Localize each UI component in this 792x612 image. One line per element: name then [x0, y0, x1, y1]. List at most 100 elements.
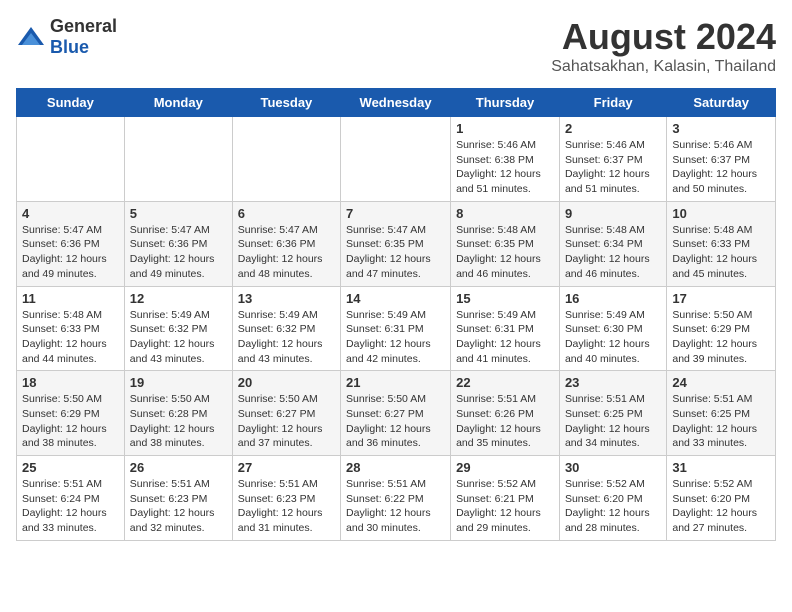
day-number: 29: [456, 460, 554, 475]
weekday-header-thursday: Thursday: [451, 89, 560, 117]
day-number: 3: [672, 121, 770, 136]
day-info: Sunrise: 5:47 AMSunset: 6:35 PMDaylight:…: [346, 223, 445, 282]
day-number: 11: [22, 291, 119, 306]
calendar-cell: 28Sunrise: 5:51 AMSunset: 6:22 PMDayligh…: [341, 456, 451, 541]
day-info: Sunrise: 5:50 AMSunset: 6:29 PMDaylight:…: [672, 308, 770, 367]
calendar-cell: 23 Sunrise: 5:51 AMSunset: 6:25 PMDayligh…: [559, 371, 666, 456]
day-info: Sunrise: 5:48 AMSunset: 6:33 PMDaylight:…: [672, 223, 770, 282]
day-number: 26: [130, 460, 227, 475]
day-number: 22: [456, 375, 554, 390]
weekday-header-friday: Friday: [559, 89, 666, 117]
header: General Blue August 2024 Sahatsakhan, Ka…: [16, 16, 776, 76]
day-info: Sunrise: 5:51 AMSunset: 6:25 PMDaylight:…: [672, 392, 770, 451]
day-number: 31: [672, 460, 770, 475]
day-number: 13: [238, 291, 335, 306]
calendar-cell: 25Sunrise: 5:51 AMSunset: 6:24 PMDayligh…: [17, 456, 125, 541]
day-info: Sunrise: 5:48 AMSunset: 6:35 PMDaylight:…: [456, 223, 554, 282]
day-number: 12: [130, 291, 227, 306]
weekday-header-row: SundayMondayTuesdayWednesdayThursdayFrid…: [17, 89, 776, 117]
logo-blue: Blue: [50, 37, 89, 57]
day-info: Sunrise: 5:52 AMSunset: 6:20 PMDaylight:…: [672, 477, 770, 536]
calendar-cell: [124, 117, 232, 202]
day-info: Sunrise: 5:49 AMSunset: 6:31 PMDaylight:…: [346, 308, 445, 367]
day-number: 27: [238, 460, 335, 475]
day-number: 10: [672, 206, 770, 221]
day-info: Sunrise: 5:50 AMSunset: 6:27 PMDaylight:…: [238, 392, 335, 451]
calendar-cell: 24Sunrise: 5:51 AMSunset: 6:25 PMDayligh…: [667, 371, 776, 456]
calendar-cell: 18Sunrise: 5:50 AMSunset: 6:29 PMDayligh…: [17, 371, 125, 456]
calendar-cell: 10 Sunrise: 5:48 AMSunset: 6:33 PMDayligh…: [667, 201, 776, 286]
calendar-cell: 6 Sunrise: 5:47 AMSunset: 6:36 PMDaylight…: [232, 201, 340, 286]
calendar-cell: 13 Sunrise: 5:49 AMSunset: 6:32 PMDayligh…: [232, 286, 340, 371]
day-info: Sunrise: 5:49 AMSunset: 6:31 PMDaylight:…: [456, 308, 554, 367]
calendar-week-2: 4Sunrise: 5:47 AMSunset: 6:36 PMDaylight…: [17, 201, 776, 286]
day-info: Sunrise: 5:47 AMSunset: 6:36 PMDaylight:…: [130, 223, 227, 282]
day-number: 14: [346, 291, 445, 306]
calendar-cell: 8Sunrise: 5:48 AMSunset: 6:35 PMDaylight…: [451, 201, 560, 286]
day-number: 20: [238, 375, 335, 390]
day-number: 25: [22, 460, 119, 475]
day-info: Sunrise: 5:51 AMSunset: 6:25 PMDaylight:…: [565, 392, 661, 451]
day-number: 1: [456, 121, 554, 136]
calendar-cell: 3 Sunrise: 5:46 AMSunset: 6:37 PMDaylight…: [667, 117, 776, 202]
calendar-cell: 29 Sunrise: 5:52 AMSunset: 6:21 PMDayligh…: [451, 456, 560, 541]
calendar-title: August 2024: [551, 16, 776, 58]
calendar-cell: 9Sunrise: 5:48 AMSunset: 6:34 PMDaylight…: [559, 201, 666, 286]
calendar-cell: 26 Sunrise: 5:51 AMSunset: 6:23 PMDayligh…: [124, 456, 232, 541]
calendar-cell: 27 Sunrise: 5:51 AMSunset: 6:23 PMDayligh…: [232, 456, 340, 541]
title-area: August 2024 Sahatsakhan, Kalasin, Thaila…: [551, 16, 776, 76]
day-info: Sunrise: 5:49 AMSunset: 6:32 PMDaylight:…: [238, 308, 335, 367]
calendar-cell: 21 Sunrise: 5:50 AMSunset: 6:27 PMDayligh…: [341, 371, 451, 456]
calendar-cell: 30 Sunrise: 5:52 AMSunset: 6:20 PMDayligh…: [559, 456, 666, 541]
day-info: Sunrise: 5:51 AMSunset: 6:23 PMDaylight:…: [130, 477, 227, 536]
day-number: 21: [346, 375, 445, 390]
calendar-week-3: 11Sunrise: 5:48 AMSunset: 6:33 PMDayligh…: [17, 286, 776, 371]
day-number: 18: [22, 375, 119, 390]
day-number: 30: [565, 460, 661, 475]
day-number: 6: [238, 206, 335, 221]
weekday-header-wednesday: Wednesday: [341, 89, 451, 117]
calendar-cell: 14 Sunrise: 5:49 AMSunset: 6:31 PMDayligh…: [341, 286, 451, 371]
day-number: 7: [346, 206, 445, 221]
logo-icon: [16, 25, 46, 49]
calendar-cell: 16Sunrise: 5:49 AMSunset: 6:30 PMDayligh…: [559, 286, 666, 371]
day-number: 23: [565, 375, 661, 390]
day-info: Sunrise: 5:46 AMSunset: 6:38 PMDaylight:…: [456, 138, 554, 197]
calendar-week-5: 25Sunrise: 5:51 AMSunset: 6:24 PMDayligh…: [17, 456, 776, 541]
day-info: Sunrise: 5:46 AMSunset: 6:37 PMDaylight:…: [672, 138, 770, 197]
calendar-cell: 12 Sunrise: 5:49 AMSunset: 6:32 PMDayligh…: [124, 286, 232, 371]
logo-general: General: [50, 16, 117, 36]
logo-text: General Blue: [50, 16, 117, 58]
logo: General Blue: [16, 16, 117, 58]
calendar-cell: 22Sunrise: 5:51 AMSunset: 6:26 PMDayligh…: [451, 371, 560, 456]
day-info: Sunrise: 5:50 AMSunset: 6:28 PMDaylight:…: [130, 392, 227, 451]
day-info: Sunrise: 5:50 AMSunset: 6:27 PMDaylight:…: [346, 392, 445, 451]
calendar-cell: 19 Sunrise: 5:50 AMSunset: 6:28 PMDayligh…: [124, 371, 232, 456]
calendar-cell: 1 Sunrise: 5:46 AMSunset: 6:38 PMDaylight…: [451, 117, 560, 202]
calendar-cell: [232, 117, 340, 202]
weekday-header-monday: Monday: [124, 89, 232, 117]
day-number: 2: [565, 121, 661, 136]
calendar-week-1: 1 Sunrise: 5:46 AMSunset: 6:38 PMDaylight…: [17, 117, 776, 202]
day-info: Sunrise: 5:49 AMSunset: 6:32 PMDaylight:…: [130, 308, 227, 367]
day-number: 15: [456, 291, 554, 306]
calendar-cell: 2Sunrise: 5:46 AMSunset: 6:37 PMDaylight…: [559, 117, 666, 202]
calendar-cell: 20 Sunrise: 5:50 AMSunset: 6:27 PMDayligh…: [232, 371, 340, 456]
day-info: Sunrise: 5:52 AMSunset: 6:21 PMDaylight:…: [456, 477, 554, 536]
day-number: 9: [565, 206, 661, 221]
calendar-cell: [341, 117, 451, 202]
calendar-cell: [17, 117, 125, 202]
calendar-subtitle: Sahatsakhan, Kalasin, Thailand: [551, 58, 776, 76]
day-info: Sunrise: 5:49 AMSunset: 6:30 PMDaylight:…: [565, 308, 661, 367]
weekday-header-saturday: Saturday: [667, 89, 776, 117]
day-info: Sunrise: 5:51 AMSunset: 6:22 PMDaylight:…: [346, 477, 445, 536]
calendar-week-4: 18Sunrise: 5:50 AMSunset: 6:29 PMDayligh…: [17, 371, 776, 456]
day-info: Sunrise: 5:51 AMSunset: 6:23 PMDaylight:…: [238, 477, 335, 536]
day-number: 19: [130, 375, 227, 390]
day-number: 5: [130, 206, 227, 221]
day-info: Sunrise: 5:47 AMSunset: 6:36 PMDaylight:…: [238, 223, 335, 282]
calendar-cell: 5 Sunrise: 5:47 AMSunset: 6:36 PMDaylight…: [124, 201, 232, 286]
weekday-header-sunday: Sunday: [17, 89, 125, 117]
day-info: Sunrise: 5:52 AMSunset: 6:20 PMDaylight:…: [565, 477, 661, 536]
weekday-header-tuesday: Tuesday: [232, 89, 340, 117]
